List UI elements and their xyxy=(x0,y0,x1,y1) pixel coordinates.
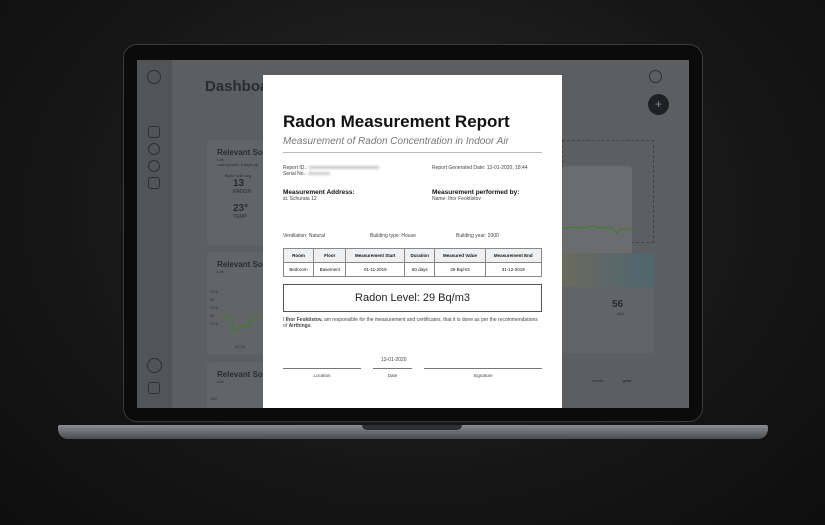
radon-report-document: Radon Measurement Report Measurement of … xyxy=(263,75,562,408)
avatar[interactable] xyxy=(147,358,162,373)
table-cell: Bedroom xyxy=(283,262,314,277)
radon-level-box: Radon Level: 29 Bq/m3 xyxy=(283,284,542,312)
device-card[interactable]: Relevant Sof Lviv 100 xyxy=(207,362,267,408)
address-label: Measurement Address: xyxy=(283,189,355,196)
report-date: Report Generated Date: 13-01-2020, 18:44 xyxy=(432,165,528,171)
temp-value: 23° xyxy=(233,203,249,214)
table-cell: 31-12-2019 xyxy=(484,262,543,277)
cart-icon[interactable] xyxy=(148,177,160,189)
date-line: Date xyxy=(373,368,412,378)
radon-label: RADON xyxy=(233,189,252,195)
add-button[interactable]: + xyxy=(648,94,669,115)
column-header: Measurement End xyxy=(484,248,543,263)
laptop-notch xyxy=(362,425,462,430)
report-subtitle: Measurement of Radon Concentration in In… xyxy=(283,136,542,153)
column-header: Measurement Start xyxy=(345,248,406,263)
sidebar xyxy=(137,60,172,408)
signature-line: Signature xyxy=(424,368,542,378)
address-value: st. Schurata 12 xyxy=(283,196,317,202)
responsibility-statement: I Ihor Feoktistov, am responsible for th… xyxy=(283,317,538,329)
table-row: Bedroom Basement 01-11-2019 60 days 29 Bq/m3… xyxy=(283,262,543,277)
dashboard-icon[interactable] xyxy=(148,126,160,138)
column-header: Measured Value xyxy=(434,248,486,263)
y-tick: 25 xyxy=(210,297,215,302)
building-type: Building type: House xyxy=(370,233,416,239)
serial-label: Serial No.: xyxy=(283,171,307,177)
aqi-label: AQI xyxy=(617,311,624,316)
period-month[interactable]: month xyxy=(592,378,603,383)
aqi-value: 56 xyxy=(612,299,624,310)
chart-line xyxy=(562,225,632,235)
devices-icon[interactable] xyxy=(148,143,160,155)
table-cell: 01-11-2019 xyxy=(345,262,406,277)
card-title: Relevant Sof xyxy=(217,148,266,157)
performed-label: Measurement performed by: xyxy=(432,189,520,196)
signed-date: 13-01-2020 xyxy=(381,357,407,363)
card-synced: Last synced: 8 days ag xyxy=(217,162,258,167)
temperature-line xyxy=(222,314,267,333)
table-cell: 60 days xyxy=(404,262,436,277)
logout-icon[interactable] xyxy=(148,382,160,394)
column-header: Duration xyxy=(404,248,436,263)
device-card[interactable]: Relevant Sof Lviv Last synced: 8 days ag… xyxy=(207,140,267,245)
card-city: Lviv xyxy=(217,269,225,274)
location-line: Location xyxy=(283,368,361,378)
report-title: Radon Measurement Report xyxy=(283,112,510,131)
bell-icon[interactable] xyxy=(649,70,662,83)
ventilation: Ventilation: Natural xyxy=(283,233,325,239)
y-tick: 100 xyxy=(210,396,217,401)
building-year: Building year: 2000 xyxy=(456,233,499,239)
aqi-header xyxy=(562,253,654,287)
account-icon[interactable] xyxy=(148,160,160,172)
table-cell: 29 Bq/m3 xyxy=(434,262,486,277)
card-title: Relevant Sof xyxy=(217,370,266,379)
period-year[interactable]: year xyxy=(623,378,631,383)
aqi-card: 56 AQI xyxy=(562,287,654,353)
temp-label: TEMP xyxy=(233,214,247,220)
menu-icon[interactable] xyxy=(147,70,161,84)
card-city: Lviv xyxy=(217,379,225,384)
y-tick: 27.5 xyxy=(210,289,218,294)
performed-name: Name: Ihor Feoktistov xyxy=(432,196,481,202)
measurement-table: Room Floor Measurement Start Duration Measur… xyxy=(283,248,543,277)
x-tick: 01.03 xyxy=(235,344,246,349)
table-cell: Basement xyxy=(312,262,347,277)
radon-value: 13 xyxy=(233,178,245,189)
report-id-blurred xyxy=(308,166,379,169)
column-header: Room xyxy=(283,248,314,263)
column-header: Floor xyxy=(312,248,347,263)
serial-blurred xyxy=(307,172,330,175)
device-card[interactable]: Relevant Sof Lviv 27.5 25 22.5 20 17.5 0… xyxy=(207,252,267,354)
card-title: Relevant Sof xyxy=(217,260,266,269)
